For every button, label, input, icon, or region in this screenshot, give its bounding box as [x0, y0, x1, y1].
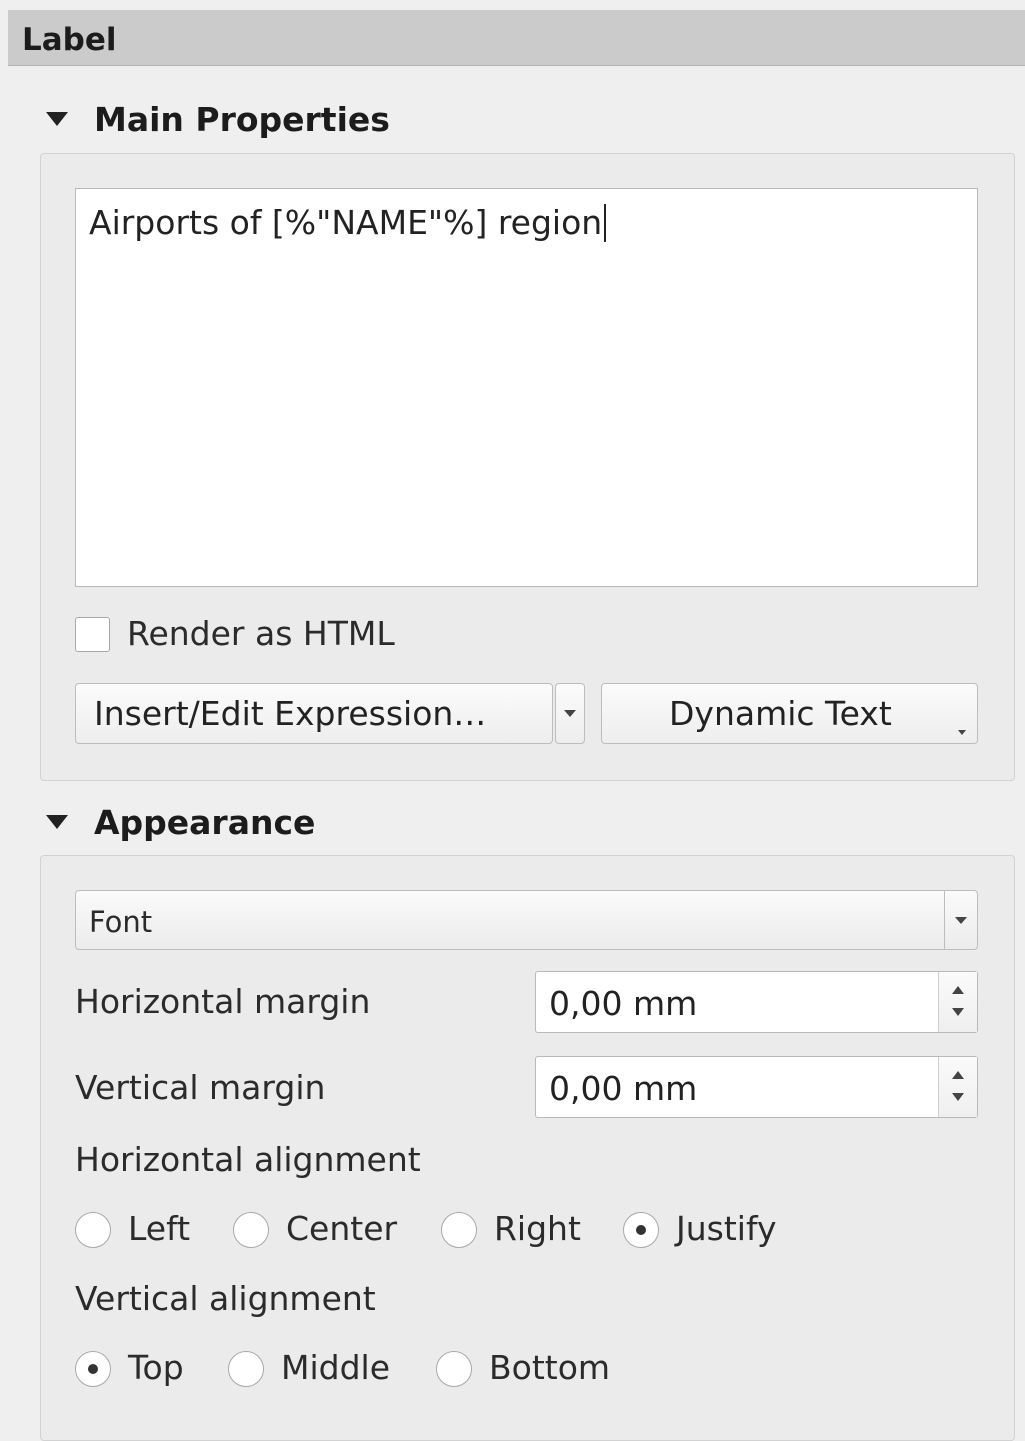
chevron-down-icon[interactable]	[955, 917, 967, 924]
vertical-margin-spinbox[interactable]: 0,00 mm	[535, 1056, 978, 1118]
expression-menu-button[interactable]	[555, 683, 585, 744]
font-label: Font	[89, 905, 153, 939]
horizontal-margin-label: Horizontal margin	[75, 982, 371, 1021]
render-html-checkbox[interactable]	[75, 617, 110, 652]
spin-down-icon[interactable]	[952, 1008, 964, 1016]
panel-title: Label	[22, 22, 117, 58]
h-align-center-radio[interactable]	[233, 1212, 269, 1248]
font-button[interactable]: Font	[75, 890, 978, 950]
dynamic-text-button[interactable]: Dynamic Text	[601, 683, 978, 744]
chevron-down-icon	[564, 710, 576, 717]
h-align-justify-label[interactable]: Justify	[676, 1209, 777, 1248]
vertical-margin-value[interactable]: 0,00 mm	[549, 1069, 697, 1108]
h-align-left-label[interactable]: Left	[128, 1209, 190, 1248]
render-html-label[interactable]: Render as HTML	[127, 614, 395, 653]
insert-edit-expression-button[interactable]: Insert/Edit Expression…	[75, 683, 553, 744]
h-align-right-label[interactable]: Right	[494, 1209, 581, 1248]
v-align-top-radio[interactable]	[75, 1351, 111, 1387]
label-text-value: Airports of [%"NAME"%] region	[89, 203, 603, 242]
text-caret	[604, 204, 607, 242]
horizontal-margin-spinbox[interactable]: 0,00 mm	[535, 971, 978, 1033]
horizontal-alignment-label: Horizontal alignment	[75, 1140, 421, 1179]
h-align-center-label[interactable]: Center	[286, 1209, 397, 1248]
font-combo-separator	[944, 891, 945, 949]
horizontal-margin-stepper[interactable]	[938, 972, 977, 1032]
v-align-bottom-label[interactable]: Bottom	[489, 1348, 610, 1387]
collapse-triangle-icon[interactable]	[46, 814, 68, 829]
label-text-editor[interactable]: Airports of [%"NAME"%] region	[75, 188, 978, 587]
vertical-margin-label: Vertical margin	[75, 1068, 326, 1107]
main-properties-header[interactable]: Main Properties	[46, 100, 390, 139]
insert-edit-expression-label: Insert/Edit Expression…	[94, 694, 487, 733]
v-align-middle-radio[interactable]	[228, 1351, 264, 1387]
h-align-left-radio[interactable]	[75, 1212, 111, 1248]
collapse-triangle-icon[interactable]	[46, 111, 68, 126]
appearance-title: Appearance	[94, 803, 316, 842]
appearance-header[interactable]: Appearance	[46, 803, 315, 842]
v-align-top-label[interactable]: Top	[128, 1348, 184, 1387]
vertical-margin-stepper[interactable]	[938, 1057, 977, 1117]
panel-title-bar: Label	[8, 10, 1025, 66]
spin-up-icon[interactable]	[952, 986, 964, 994]
dynamic-text-label: Dynamic Text	[669, 694, 892, 733]
vertical-alignment-label: Vertical alignment	[75, 1279, 376, 1318]
spin-up-icon[interactable]	[952, 1071, 964, 1079]
h-align-right-radio[interactable]	[441, 1212, 477, 1248]
v-align-bottom-radio[interactable]	[436, 1351, 472, 1387]
menu-indicator-icon	[958, 730, 966, 735]
h-align-justify-radio[interactable]	[623, 1212, 659, 1248]
horizontal-margin-value[interactable]: 0,00 mm	[549, 984, 697, 1023]
main-properties-title: Main Properties	[94, 100, 390, 139]
spin-down-icon[interactable]	[952, 1093, 964, 1101]
v-align-middle-label[interactable]: Middle	[281, 1348, 390, 1387]
